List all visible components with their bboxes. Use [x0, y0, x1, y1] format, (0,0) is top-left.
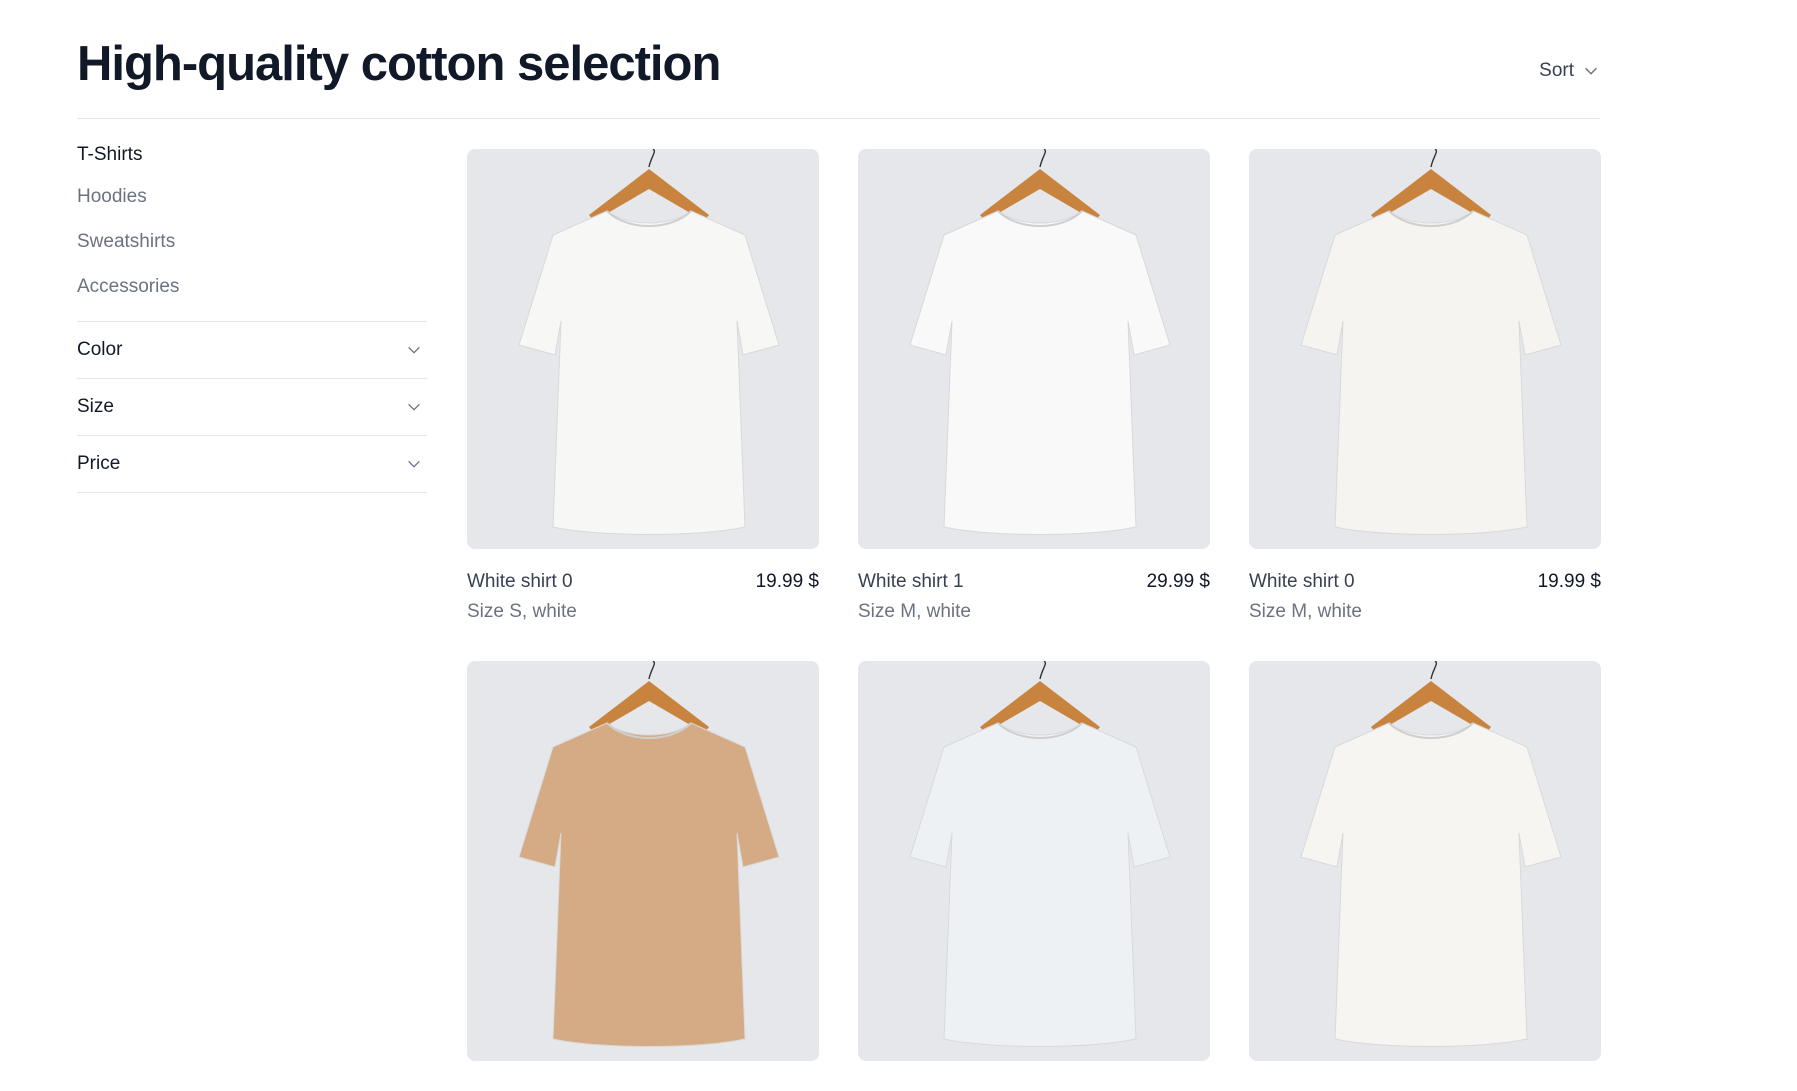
product-image[interactable] — [858, 149, 1210, 549]
product-variant: Size M, white — [858, 601, 971, 622]
tshirt-image — [518, 149, 780, 535]
product-card[interactable]: White shirt 0 19.99 $ Size M, white — [1249, 149, 1601, 623]
product-image[interactable] — [467, 661, 819, 1061]
product-price: 19.99 $ — [755, 571, 819, 592]
category-label: Accessories — [77, 275, 180, 297]
filter-size[interactable]: Size — [77, 379, 427, 436]
product-card[interactable] — [1249, 661, 1601, 1091]
tshirt-image — [1300, 149, 1562, 535]
category-list: T-Shirts Hoodies Sweatshirts Accessories — [77, 144, 427, 322]
page-title: High-quality cotton selection — [77, 37, 721, 91]
product-name[interactable]: White shirt 0 — [467, 571, 573, 593]
product-name[interactable]: White shirt 0 — [1249, 571, 1355, 593]
product-card[interactable] — [858, 661, 1210, 1091]
category-label: Hoodies — [77, 185, 147, 207]
filter-color[interactable]: Color — [77, 322, 427, 379]
chevron-down-icon — [408, 403, 420, 411]
chevron-down-icon — [408, 346, 420, 354]
tshirt-image — [1300, 661, 1562, 1047]
product-card[interactable]: White shirt 1 29.99 $ Size M, white — [858, 149, 1210, 623]
product-price: 29.99 $ — [1146, 571, 1210, 592]
tshirt-image — [909, 149, 1171, 535]
filter-price[interactable]: Price — [77, 436, 427, 493]
filter-label: Size — [77, 396, 114, 417]
product-meta: White shirt 0 19.99 $ — [467, 571, 819, 593]
product-image[interactable] — [1249, 661, 1601, 1061]
category-label: Sweatshirts — [77, 230, 176, 252]
category-item-accessories[interactable]: Accessories — [77, 264, 427, 309]
category-item-sweatshirts[interactable]: Sweatshirts — [77, 219, 427, 264]
category-label: T-Shirts — [77, 144, 143, 165]
tshirt-image — [909, 661, 1171, 1047]
tshirt-image — [518, 661, 780, 1047]
filter-sidebar: T-Shirts Hoodies Sweatshirts Accessories… — [77, 144, 427, 493]
filter-label: Color — [77, 339, 123, 360]
product-image[interactable] — [1249, 149, 1601, 549]
product-variant: Size S, white — [467, 601, 577, 622]
product-name[interactable]: White shirt 1 — [858, 571, 964, 593]
page-header: High-quality cotton selection Sort — [77, 28, 1600, 119]
product-variant: Size M, white — [1249, 601, 1362, 622]
product-grid: White shirt 0 19.99 $ Size S, white Whit… — [467, 149, 1601, 1091]
product-card[interactable] — [467, 661, 819, 1091]
category-item-hoodies[interactable]: Hoodies — [77, 174, 427, 219]
filter-label: Price — [77, 453, 121, 474]
product-image[interactable] — [858, 661, 1210, 1061]
chevron-down-icon — [408, 460, 420, 468]
product-meta: White shirt 1 29.99 $ — [858, 571, 1210, 593]
product-price: 19.99 $ — [1537, 571, 1601, 592]
sort-button[interactable]: Sort — [1539, 60, 1600, 82]
chevron-down-icon — [1585, 67, 1597, 75]
sort-label: Sort — [1539, 60, 1574, 81]
product-card[interactable]: White shirt 0 19.99 $ Size S, white — [467, 149, 819, 623]
product-meta: White shirt 0 19.99 $ — [1249, 571, 1601, 593]
category-item-tshirts[interactable]: T-Shirts — [77, 144, 427, 174]
product-image[interactable] — [467, 149, 819, 549]
